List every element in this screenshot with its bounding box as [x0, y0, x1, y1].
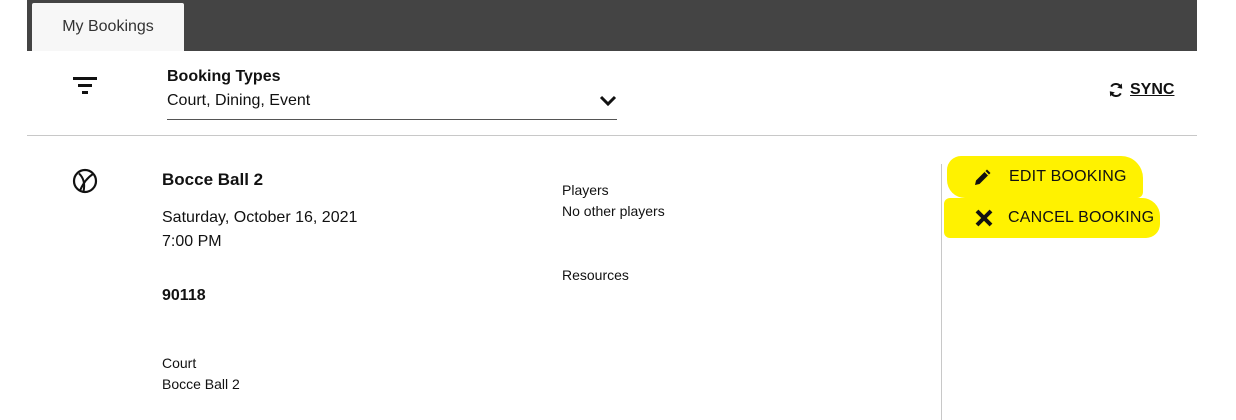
tab-my-bookings[interactable]: My Bookings	[32, 3, 184, 51]
sync-icon	[1109, 83, 1123, 97]
resources-label: Resources	[562, 267, 629, 283]
players-label: Players	[562, 182, 609, 198]
booking-time: 7:00 PM	[162, 233, 222, 250]
filter-bar: Booking Types Court, Dining, Event SYNC	[27, 51, 1197, 136]
pencil-icon	[975, 169, 991, 185]
close-icon	[975, 209, 993, 227]
players-value: No other players	[562, 203, 665, 219]
cancel-booking-button[interactable]: CANCEL BOOKING	[944, 198, 1160, 238]
booking-date: Saturday, October 16, 2021	[162, 209, 358, 226]
booking-number: 90118	[162, 287, 206, 304]
booking-facility: Bocce Ball 2	[162, 376, 240, 392]
tab-bar: My Bookings	[27, 0, 1197, 51]
cancel-booking-label: CANCEL BOOKING	[1008, 209, 1155, 226]
sync-label: SYNC	[1130, 81, 1175, 98]
booking-card: Bocce Ball 2 Saturday, October 16, 2021 …	[27, 136, 1197, 420]
booking-types-label: Booking Types	[167, 68, 281, 85]
ball-icon	[72, 168, 98, 194]
actions-divider	[941, 164, 942, 420]
app-root: My Bookings Booking Types Court, Dining,…	[0, 0, 1236, 420]
booking-types-value: Court, Dining, Event	[167, 92, 311, 109]
edit-booking-button[interactable]: EDIT BOOKING	[947, 156, 1143, 198]
edit-booking-label: EDIT BOOKING	[1009, 168, 1127, 185]
booking-title: Bocce Ball 2	[162, 170, 264, 189]
booking-type: Court	[162, 355, 197, 371]
booking-types-select[interactable]: Booking Types Court, Dining, Event	[167, 68, 617, 120]
sync-button[interactable]: SYNC	[1108, 81, 1174, 99]
chevron-down-icon[interactable]	[599, 94, 617, 108]
filter-list-icon[interactable]	[71, 74, 99, 96]
